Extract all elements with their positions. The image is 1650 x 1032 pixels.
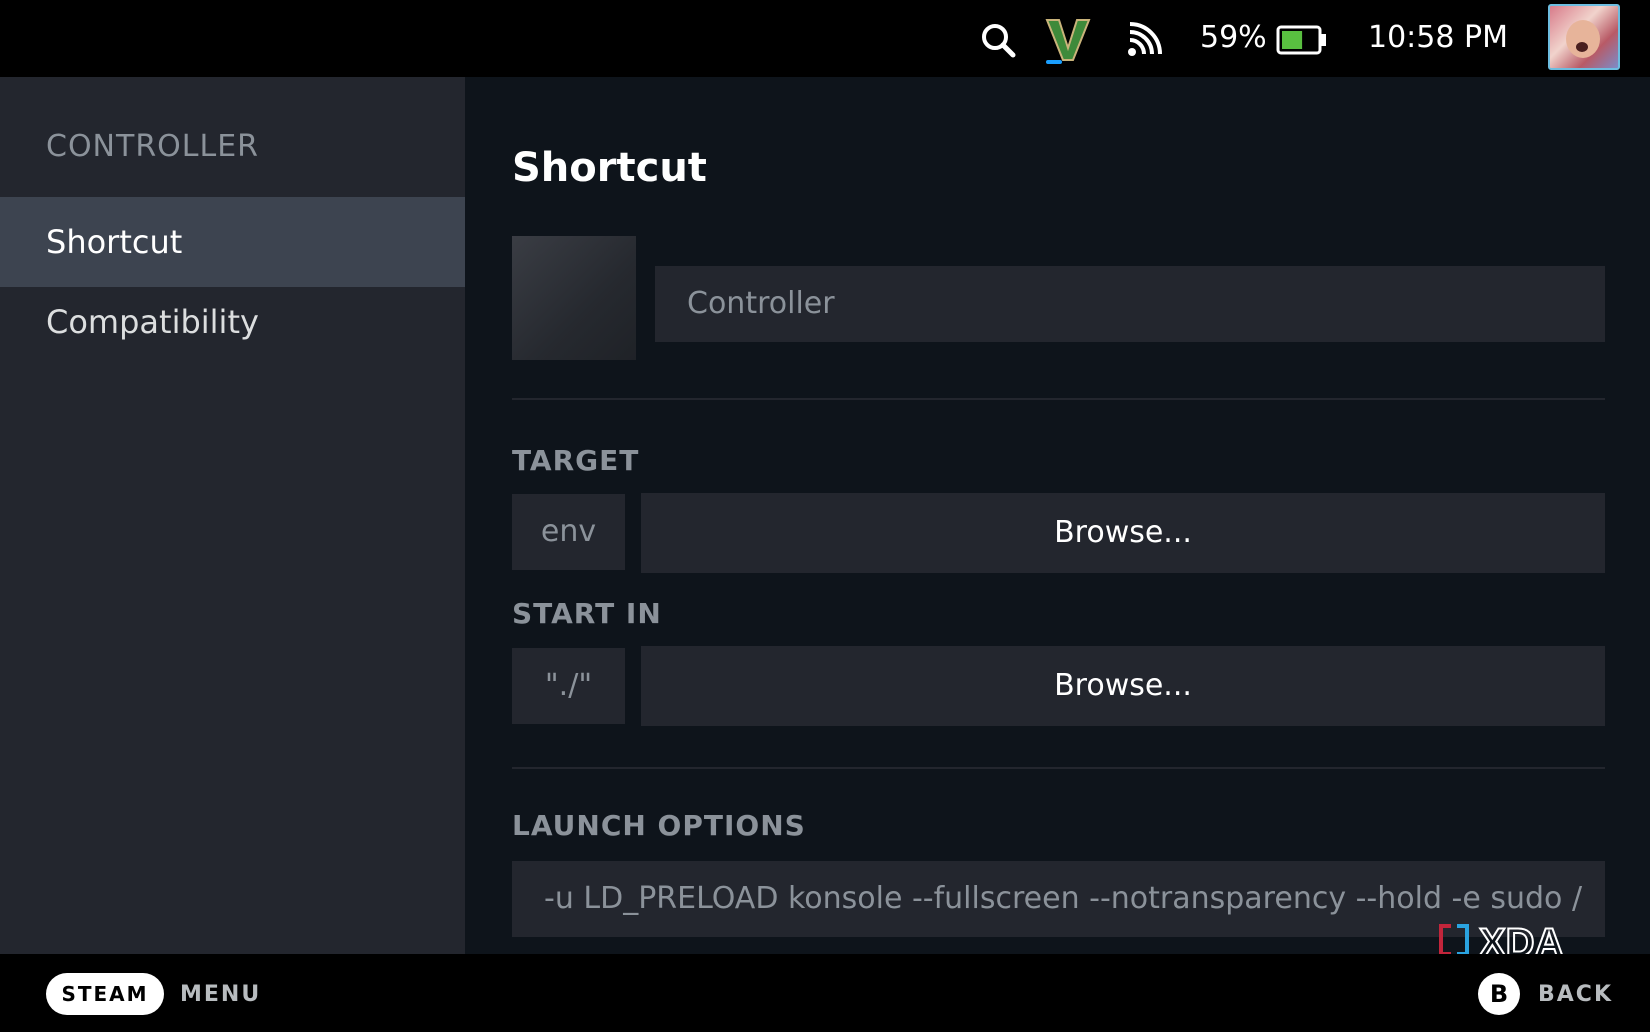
menu-label: MENU [180,982,262,1007]
shortcut-name-field[interactable]: Controller [655,266,1605,342]
sidebar-item-compatibility[interactable]: Compatibility [0,277,465,367]
avatar-mouth [1576,42,1588,52]
steam-button[interactable]: STEAM [46,973,164,1015]
start-in-label: START IN [512,597,662,630]
shortcut-icon-picker[interactable] [512,236,636,360]
sidebar-item-label: Shortcut [46,223,183,261]
top-status-bar: 59% 10:58 PM [0,0,1650,77]
b-button-icon[interactable]: B [1478,973,1520,1015]
avatar-face [1566,20,1600,58]
active-game-indicator [1046,60,1062,64]
sidebar-item-shortcut[interactable]: Shortcut [0,197,465,287]
game-icon[interactable] [1045,16,1091,62]
wifi-icon[interactable] [1126,22,1162,58]
launch-options-label: LAUNCH OPTIONS [512,809,806,842]
sidebar: CONTROLLER Shortcut Compatibility [0,77,465,954]
clock: 10:58 PM [1368,20,1508,55]
divider [512,398,1605,400]
battery-percent: 59% [1200,20,1267,55]
target-prefix-field[interactable]: env [512,494,625,570]
target-browse-button[interactable]: Browse... [641,493,1605,573]
avatar[interactable] [1548,4,1620,70]
target-label: TARGET [512,444,640,477]
back-label: BACK [1538,982,1613,1007]
main-panel: Shortcut Controller TARGET env Browse...… [465,77,1650,954]
footer-bar: STEAM MENU B BACK [0,954,1650,1032]
divider [512,767,1605,769]
sidebar-item-label: Compatibility [46,303,259,341]
page-title: Shortcut [512,145,707,191]
battery-icon[interactable] [1276,24,1328,56]
sidebar-section-title: CONTROLLER [46,129,260,164]
start-in-browse-button[interactable]: Browse... [641,646,1605,726]
search-icon[interactable] [980,22,1016,58]
start-in-prefix-field[interactable]: "./" [512,648,625,724]
